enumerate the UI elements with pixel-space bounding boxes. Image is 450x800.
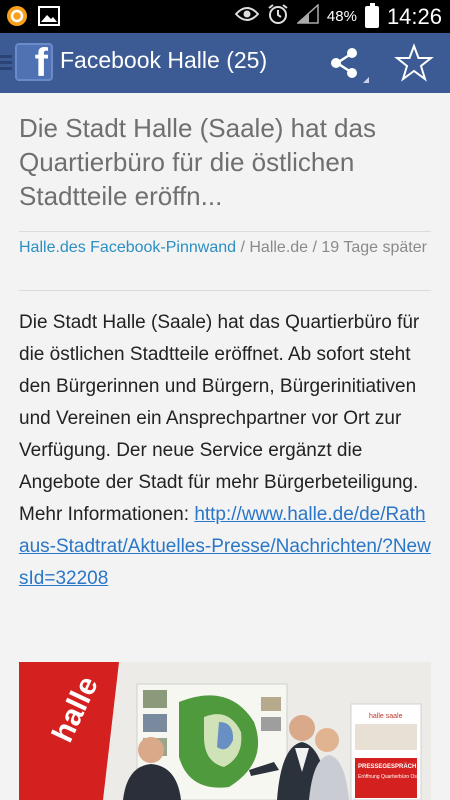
share-button[interactable] [325,43,369,85]
meta-separator: / [236,239,250,256]
status-bar: 48% 14:26 [0,0,450,33]
article-view[interactable]: Die Stadt Halle (Saale) hat das Quartier… [0,93,450,800]
star-icon [394,43,434,82]
meta-separator: / [308,239,322,256]
meta-site: Halle.de [249,239,309,256]
eye-icon [234,6,260,27]
share-icon [331,48,369,83]
app-bar: f Facebook Halle (25) [0,33,450,93]
article-body: Die Stadt Halle (Saale) hat das Quartier… [19,307,431,595]
divider [19,231,431,232]
image-icon [38,6,60,31]
article-body-text: Die Stadt Halle (Saale) hat das Quartier… [19,312,420,525]
signal-icon [295,3,319,29]
favorite-button[interactable] [392,41,436,85]
alarm-icon [267,3,289,30]
app-notification-icon [6,5,28,32]
facebook-logo-icon[interactable]: f [15,43,53,81]
article-photo[interactable]: halle halle saale PRESSEGESPRÄCH Eröffnu… [19,662,431,800]
source-link[interactable]: Halle.des Facebook-Pinnwand [19,239,236,256]
article-title: Die Stadt Halle (Saale) hat das Quartier… [19,113,376,211]
divider [19,290,431,291]
battery-icon [364,2,379,28]
app-title: Facebook Halle (25) [60,47,268,73]
clock-time: 14:26 [386,3,442,29]
article-meta: Halle.des Facebook-Pinnwand / Halle.de /… [19,236,431,260]
menu-icon[interactable] [0,55,12,73]
poster-subtitle: Eröffnung Quartierbüro Ost [358,774,419,780]
meta-age: 19 Tage später [321,239,427,256]
poster-header: halle saale [369,713,403,720]
battery-percent: 48% [326,8,357,25]
poster-title: PRESSEGESPRÄCH [358,763,416,770]
